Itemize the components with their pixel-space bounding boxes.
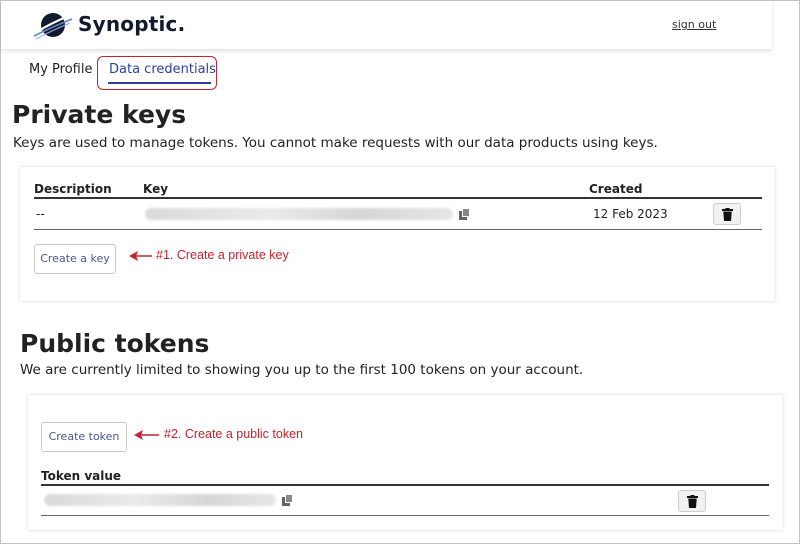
copy-icon[interactable] (282, 494, 294, 506)
tab-my-profile[interactable]: My Profile (29, 62, 92, 77)
trash-icon (722, 208, 733, 221)
column-header-token-value: Token value (41, 469, 122, 483)
key-created-cell: 12 Feb 2023 (593, 207, 668, 221)
arrow-left-icon (134, 430, 159, 440)
annotation-create-private-key: #1. Create a private key (156, 248, 289, 262)
token-value-redacted (44, 494, 276, 506)
logo-icon (33, 13, 73, 40)
column-header-key: Key (143, 182, 169, 196)
column-header-created: Created (589, 182, 643, 196)
token-table-header-divider (41, 484, 769, 486)
create-key-button[interactable]: Create a key (34, 244, 116, 274)
delete-token-button[interactable] (678, 490, 706, 512)
arrow-left-icon (129, 251, 152, 261)
annotation-create-public-token: #2. Create a public token (164, 427, 303, 441)
key-value-redacted (145, 208, 453, 220)
public-tokens-description: We are currently limited to showing you … (20, 362, 584, 378)
delete-key-button[interactable] (713, 203, 741, 225)
trash-icon (687, 495, 698, 508)
private-keys-heading: Private keys (12, 100, 187, 129)
key-description-cell: -- (36, 207, 45, 221)
annotation-highlight-box (97, 56, 217, 90)
private-keys-description: Keys are used to manage tokens. You cann… (13, 135, 658, 151)
brand-name: Synoptic. (78, 12, 186, 36)
public-tokens-heading: Public tokens (20, 329, 210, 358)
token-row-divider (41, 515, 769, 516)
sign-out-link[interactable]: sign out (672, 18, 716, 31)
copy-icon[interactable] (459, 208, 471, 220)
column-header-description: Description (34, 182, 112, 196)
top-header: Synoptic. sign out (1, 1, 772, 49)
create-token-button[interactable]: Create token (41, 422, 127, 452)
table-row-divider (34, 229, 762, 230)
public-tokens-card (28, 395, 783, 530)
private-keys-card (20, 167, 775, 301)
table-header-divider (34, 197, 762, 199)
